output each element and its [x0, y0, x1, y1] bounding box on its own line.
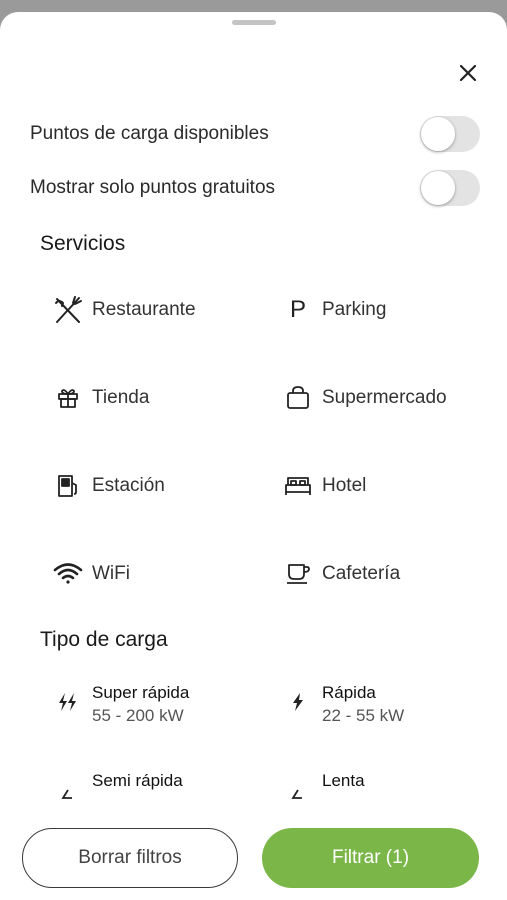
service-label: Parking [322, 299, 387, 320]
double-bolt-icon [56, 690, 84, 718]
parking-icon: P [289, 296, 306, 323]
service-hotel[interactable]: Hotel [282, 470, 366, 502]
apply-filters-button[interactable]: Filtrar (1) [262, 828, 479, 888]
half-bolt-icon [286, 778, 314, 806]
switch-knob [421, 117, 455, 151]
coffee-cup-icon [282, 558, 314, 590]
toggle-label: Mostrar solo puntos gratuitos [30, 177, 276, 198]
clear-filters-button[interactable]: Borrar filtros [22, 828, 238, 888]
charge-semi-rapida[interactable]: Semi rápida [56, 770, 183, 806]
services-title: Servicios [40, 232, 126, 255]
shopping-bag-icon [282, 382, 314, 414]
toggle-label: Puntos de carga disponibles [30, 123, 269, 144]
charge-range: 22 - 55 kW [322, 706, 405, 725]
switch-knob [421, 171, 455, 205]
charge-super-rapida[interactable]: Super rápida 55 - 200 kW [56, 682, 189, 728]
close-icon[interactable] [455, 60, 481, 86]
service-supermercado[interactable]: Supermercado [282, 382, 447, 414]
service-label: Hotel [322, 475, 367, 496]
service-wifi[interactable]: WiFi [52, 558, 130, 590]
service-label: Estación [92, 475, 165, 496]
gift-icon [52, 382, 84, 414]
charge-lenta[interactable]: Lenta [286, 770, 365, 806]
service-label: WiFi [92, 563, 130, 584]
service-cafeteria[interactable]: Cafetería [282, 558, 400, 590]
fork-knife-icon [52, 294, 84, 326]
toggle-row-free: Mostrar solo puntos gratuitos [30, 168, 480, 208]
bolt-icon [286, 690, 314, 718]
charge-rapida[interactable]: Rápida 22 - 55 kW [286, 682, 404, 728]
bed-icon [282, 470, 314, 502]
service-label: Tienda [92, 387, 150, 408]
service-label: Supermercado [322, 387, 447, 408]
fuel-station-icon [52, 470, 84, 502]
filter-bottom-sheet: Puntos de carga disponibles Mostrar solo… [0, 12, 507, 900]
free-only-switch[interactable] [420, 170, 480, 206]
service-tienda[interactable]: Tienda [52, 382, 149, 414]
half-bolt-icon [56, 778, 84, 806]
service-estacion[interactable]: Estación [52, 470, 165, 502]
charge-name: Semi rápida [92, 771, 183, 790]
charge-range: 55 - 200 kW [92, 706, 184, 725]
toggle-row-available: Puntos de carga disponibles [30, 114, 480, 154]
charge-name: Lenta [322, 771, 365, 790]
service-parking[interactable]: P Parking [282, 294, 386, 326]
service-restaurante[interactable]: Restaurante [52, 294, 196, 326]
charge-name: Super rápida [92, 683, 190, 702]
drag-handle[interactable] [232, 20, 276, 25]
wifi-icon [52, 558, 84, 590]
action-footer: Borrar filtros Filtrar (1) [0, 808, 507, 900]
charge-type-title: Tipo de carga [40, 628, 168, 651]
service-label: Cafetería [322, 563, 401, 584]
charge-name: Rápida [322, 683, 376, 702]
service-label: Restaurante [92, 299, 196, 320]
available-switch[interactable] [420, 116, 480, 152]
